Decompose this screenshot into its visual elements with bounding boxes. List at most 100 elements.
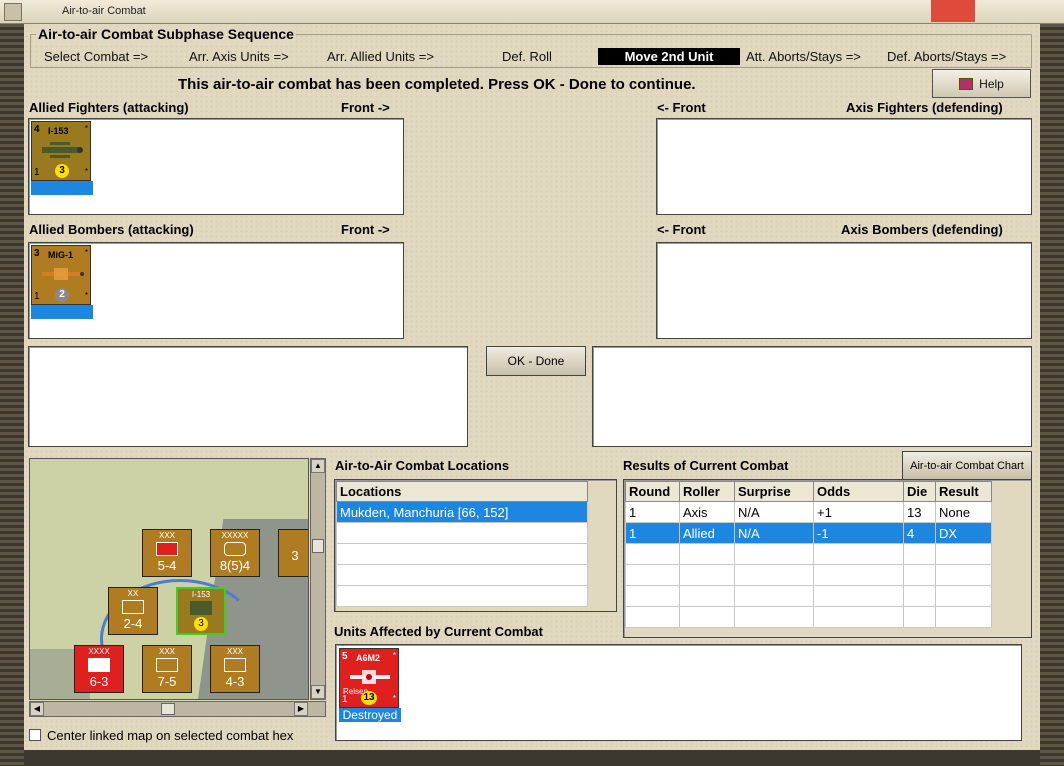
fighter-star-bottom: * <box>84 167 88 176</box>
result-row[interactable] <box>625 606 992 628</box>
location-row[interactable] <box>336 522 588 544</box>
axis-fighters-box[interactable] <box>656 118 1032 215</box>
result-cell: N/A <box>734 501 814 523</box>
result-cell: 4 <box>903 522 936 544</box>
result-row[interactable] <box>625 585 992 607</box>
result-cell: +1 <box>813 501 904 523</box>
fighter-plane-icon <box>42 142 83 158</box>
results-table: Round Roller Surprise Odds Die Result 1 … <box>625 481 992 628</box>
seq-step-select-combat: Select Combat => <box>44 49 149 64</box>
result-row[interactable] <box>625 564 992 586</box>
map-counter-5-size: XXX <box>158 647 175 656</box>
linked-map[interactable]: XXX 5-4 XXXXX 8(5)4 3 XX 2-4 I-153 3 XXX… <box>29 458 309 700</box>
ok-done-button[interactable]: OK - Done <box>486 346 586 376</box>
allied-fighters-box[interactable]: 4 I-153 * 1 3 * <box>28 118 404 215</box>
location-row-selected[interactable]: Mukden, Manchuria [66, 152] <box>336 501 588 523</box>
affected-unit-counter[interactable]: 5 A6M2 * Reisen 1 13 * <box>339 648 399 708</box>
col-roller: Roller <box>679 481 735 502</box>
map-counter-2-size: XXXXX <box>221 531 249 540</box>
bomber-plane-icon <box>42 268 84 280</box>
map-counter-6[interactable]: XXX 4-3 <box>210 645 260 693</box>
map-counter-3-size: XX <box>127 589 139 598</box>
result-cell: Axis <box>679 501 735 523</box>
fighter-range: 3 <box>55 164 69 178</box>
location-row[interactable] <box>336 564 588 586</box>
location-cell: Mukden, Manchuria [66, 152] <box>336 501 588 523</box>
locations-panel: Locations Mukden, Manchuria [66, 152] <box>334 479 617 612</box>
affected-unit-attack: 5 <box>342 651 348 662</box>
affected-unit-star-top: * <box>392 651 396 660</box>
axis-bombers-box[interactable] <box>656 242 1032 339</box>
result-row[interactable] <box>625 543 992 565</box>
combat-chart-button[interactable]: Air-to-air Combat Chart <box>902 451 1032 480</box>
map-counter-4-value: 6-3 <box>89 674 109 689</box>
map-fighter-counter[interactable]: I-153 3 <box>176 587 226 635</box>
infantry-symbol-icon <box>88 658 110 672</box>
book-icon <box>959 77 974 90</box>
location-cell <box>336 585 588 607</box>
allied-bombers-front: Front -> <box>341 222 390 237</box>
col-result: Result <box>935 481 992 502</box>
app-icon[interactable] <box>4 3 22 21</box>
close-button[interactable] <box>931 0 975 22</box>
map-vertical-thumb[interactable] <box>312 539 324 553</box>
affected-title: Units Affected by Current Combat <box>334 624 543 639</box>
map-counter-1-size: XXX <box>158 531 175 540</box>
fighter-defense: 1 <box>34 167 40 178</box>
map-counter-4[interactable]: XXXX 6-3 <box>74 645 124 693</box>
scroll-right-icon[interactable]: ▶ <box>294 702 308 716</box>
map-counter-2[interactable]: XXXXX 8(5)4 <box>210 529 260 577</box>
frame-left <box>0 24 24 766</box>
bomber-counter[interactable]: 3 MiG-1 * 1 2 * <box>31 245 91 305</box>
center-map-checkbox[interactable] <box>29 729 41 741</box>
affected-plane-icon <box>350 670 390 684</box>
location-row[interactable] <box>336 585 588 607</box>
location-row[interactable] <box>336 543 588 565</box>
help-button[interactable]: Help <box>932 69 1031 98</box>
location-cell <box>336 543 588 565</box>
allied-bombers-label: Allied Bombers (attacking) <box>29 222 194 237</box>
frame-right <box>1040 24 1064 766</box>
map-counter-6-size: XXX <box>226 647 243 656</box>
result-row-selected[interactable]: 1 Allied N/A -1 4 DX <box>625 522 992 544</box>
fighter-attack: 4 <box>34 124 40 135</box>
allied-fighters-label: Allied Fighters (attacking) <box>29 100 189 115</box>
map-counter-4-size: XXXX <box>88 647 110 656</box>
map-counter-6-value: 4-3 <box>225 674 245 689</box>
axis-info-box <box>592 346 1032 447</box>
affected-units-box[interactable]: 5 A6M2 * Reisen 1 13 * Destroyed <box>335 644 1022 741</box>
result-row[interactable]: 1 Axis N/A +1 13 None <box>625 501 992 523</box>
affected-unit-status: Destroyed <box>339 708 401 722</box>
map-counter-3[interactable]: XX 2-4 <box>108 587 158 635</box>
center-map-option[interactable]: Center linked map on selected combat hex <box>29 726 329 744</box>
allied-info-box <box>28 346 468 447</box>
allied-bombers-box[interactable]: 3 MiG-1 * 1 2 * <box>28 242 404 339</box>
map-vertical-scrollbar[interactable]: ▲ ▼ <box>310 458 326 700</box>
center-map-label: Center linked map on selected combat hex <box>47 727 294 743</box>
fighter-counter[interactable]: 4 I-153 * 1 3 * <box>31 121 91 181</box>
map-counter-2-value: 8(5)4 <box>219 558 251 573</box>
bomber-star-bottom: * <box>84 291 88 300</box>
map-counter-1[interactable]: XXX 5-4 <box>142 529 192 577</box>
locations-header: Locations <box>336 481 588 502</box>
sequence-title: Air-to-air Combat Subphase Sequence <box>36 26 296 42</box>
fighter-star-top: * <box>84 124 88 133</box>
map-horizontal-thumb[interactable] <box>161 703 175 715</box>
scroll-down-icon[interactable]: ▼ <box>311 685 325 699</box>
axis-bombers-label: Axis Bombers (defending) <box>841 222 1003 237</box>
axis-fighters-label: Axis Fighters (defending) <box>846 100 1003 115</box>
map-counter-7[interactable]: 3 <box>278 529 308 577</box>
scroll-left-icon[interactable]: ◀ <box>30 702 44 716</box>
map-horizontal-scrollbar[interactable]: ◀ ▶ <box>29 701 326 717</box>
col-odds: Odds <box>813 481 904 502</box>
map-fighter-plane-icon <box>190 601 212 615</box>
affected-unit-range: 13 <box>361 691 377 705</box>
bomber-star-top: * <box>84 248 88 257</box>
seq-step-move-2nd-unit: Move 2nd Unit <box>598 48 740 65</box>
cavalry-symbol-icon <box>122 600 144 614</box>
seq-step-arr-allied: Arr. Allied Units => <box>327 49 434 64</box>
result-cell: N/A <box>734 522 814 544</box>
map-counter-5[interactable]: XXX 7-5 <box>142 645 192 693</box>
scroll-up-icon[interactable]: ▲ <box>311 459 325 473</box>
status-message: This air-to-air combat has been complete… <box>178 76 696 93</box>
